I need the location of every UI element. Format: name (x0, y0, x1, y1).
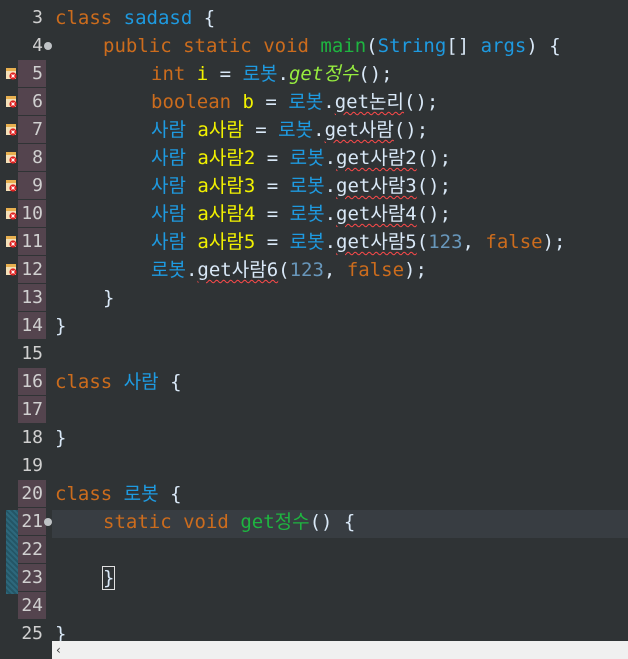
code-line: 사람 a사람 = 로봇.get사람(); (151, 119, 429, 141)
code-line: 사람 a사람2 = 로봇.get사람2(); (151, 147, 452, 169)
code-editor[interactable]: 3 4 5 6 7 8 9 10 11 12 13 14 15 16 17 18… (0, 0, 628, 659)
scroll-left-icon[interactable]: ‹ (56, 642, 61, 658)
code-line: class 로봇 { (55, 483, 182, 505)
line-number: 6 (18, 88, 46, 115)
line-number: 14 (18, 312, 46, 339)
error-marker-icon[interactable] (5, 151, 18, 164)
line-number: 12 (18, 256, 46, 283)
error-marker-icon[interactable] (5, 263, 18, 276)
code-line: public static void main(String[] args) { (103, 35, 561, 57)
line-number: 18 (21, 427, 43, 448)
line-number: 19 (21, 455, 43, 476)
code-line: 로봇.get사람6(123, false); (151, 259, 427, 281)
code-line: } (55, 315, 67, 337)
matching-bracket: } (101, 566, 116, 590)
code-line: 사람 a사람4 = 로봇.get사람4(); (151, 203, 452, 225)
fold-collapse-icon[interactable] (44, 518, 52, 526)
fold-collapse-icon[interactable] (44, 42, 52, 50)
code-area[interactable]: class sadasd { public static void main(S… (52, 0, 628, 641)
line-number: 23 (18, 564, 46, 591)
code-line: class sadasd { (55, 7, 216, 29)
line-number: 22 (18, 536, 46, 563)
line-number: 8 (18, 144, 46, 171)
code-line: int i = 로봇.get정수(); (151, 63, 393, 85)
code-line: } (101, 564, 116, 592)
line-number: 16 (18, 368, 46, 395)
line-number: 13 (18, 284, 46, 311)
line-number: 5 (18, 60, 46, 87)
line-number: 17 (18, 396, 46, 423)
code-line: } (55, 427, 67, 449)
horizontal-scrollbar[interactable]: ‹ (52, 641, 628, 659)
code-line: class 사람 { (55, 371, 182, 393)
code-line: 사람 a사람5 = 로봇.get사람5(123, false); (151, 231, 566, 253)
code-line: } (103, 287, 115, 309)
error-marker-icon[interactable] (5, 67, 18, 80)
line-number: 11 (18, 228, 46, 255)
line-number: 10 (18, 200, 46, 227)
line-number: 7 (18, 116, 46, 143)
code-line: boolean b = 로봇.get논리(); (151, 91, 439, 113)
line-number: 21 (18, 508, 46, 535)
code-line: } (55, 623, 67, 641)
line-number: 15 (21, 343, 43, 364)
error-marker-icon[interactable] (5, 95, 18, 108)
line-number: 3 (32, 7, 43, 28)
scroll-corner (0, 641, 52, 659)
error-marker-icon[interactable] (5, 207, 18, 220)
change-indicator-bar (6, 510, 18, 594)
error-marker-icon[interactable] (5, 123, 18, 136)
line-number: 20 (18, 480, 46, 507)
code-line: static void get정수() { (103, 511, 356, 533)
line-number: 24 (18, 592, 46, 619)
line-number: 4 (32, 35, 43, 56)
code-line: 사람 a사람3 = 로봇.get사람3(); (151, 175, 452, 197)
error-marker-icon[interactable] (5, 179, 18, 192)
error-marker-icon[interactable] (5, 235, 18, 248)
line-number: 9 (18, 172, 46, 199)
